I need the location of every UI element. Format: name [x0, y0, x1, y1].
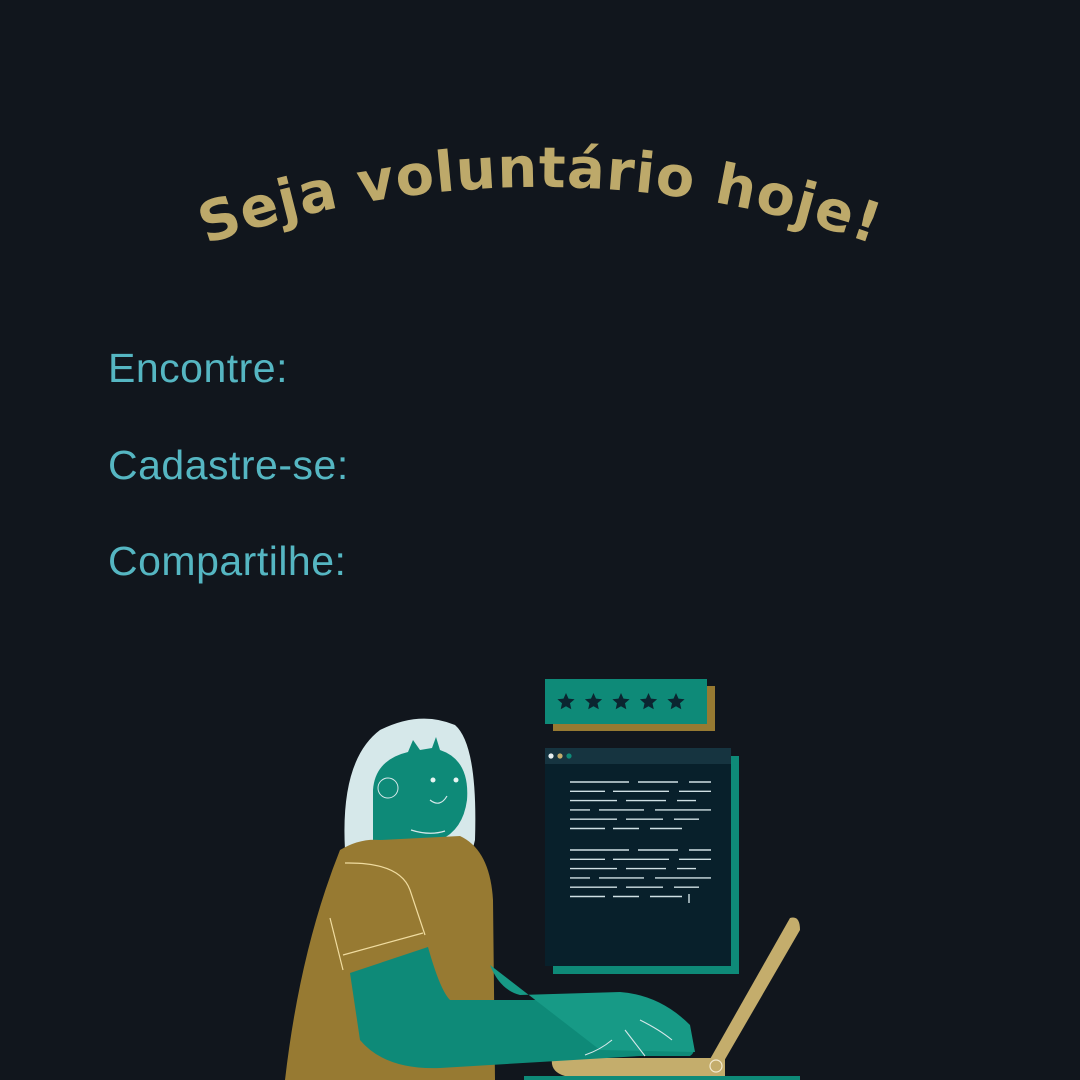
code-window: [545, 748, 739, 974]
window-dot-icon: [548, 753, 554, 759]
rating-card: [545, 679, 715, 731]
volunteer-illustration: [285, 679, 800, 1080]
window-dot-icon: [557, 753, 563, 759]
window-dot-icon: [566, 753, 572, 759]
poster: Seja voluntário hoje! Encontre: Cadastre…: [0, 0, 1080, 1080]
